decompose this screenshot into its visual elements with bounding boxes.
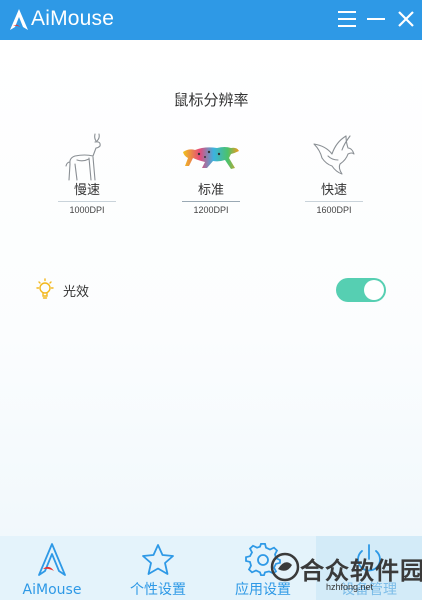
dpi-divider [305, 201, 363, 202]
dpi-divider [182, 201, 240, 202]
dpi-option-label: 慢速 [73, 183, 100, 198]
dpi-option-standard[interactable]: 标准 1200DPI [171, 132, 251, 218]
eagle-icon [313, 135, 355, 175]
star-icon [142, 544, 174, 575]
app-title: AiMouse [31, 7, 115, 30]
light-bulb-icon [36, 278, 54, 299]
light-effect-toggle[interactable] [336, 278, 386, 302]
resolution-title: 鼠标分辨率 [173, 91, 249, 109]
watermark-url: hzhfong.net [326, 582, 374, 592]
nav-personal-settings[interactable]: 个性设置 [115, 536, 201, 600]
dpi-divider [58, 201, 116, 202]
menu-button[interactable] [336, 8, 358, 30]
nav-label: AiMouse [22, 582, 82, 598]
title-bar: AiMouse [0, 0, 422, 40]
minimize-button[interactable] [365, 8, 387, 30]
toggle-knob [364, 280, 384, 300]
dpi-value: 1200DPI [193, 205, 229, 215]
watermark: 合众软件园 hzhfong.net [268, 548, 422, 600]
dpi-value: 1600DPI [316, 205, 352, 215]
watermark-logo-icon [270, 552, 300, 582]
menu-icon [338, 11, 356, 27]
close-button[interactable] [395, 8, 417, 30]
aimouse-logo-icon [38, 543, 66, 576]
close-icon [398, 11, 414, 27]
aimouse-logo-icon [10, 9, 28, 30]
dpi-value: 1000DPI [69, 205, 105, 215]
main-panel: 鼠标分辨率 慢速 1000DPI 标准 1200DPI 快速 1600DPI 光… [0, 40, 422, 536]
nav-aimouse[interactable]: AiMouse [10, 536, 94, 600]
dpi-option-label: 快速 [320, 183, 347, 198]
nav-label: 个性设置 [130, 582, 186, 598]
cheetah-icon [183, 147, 239, 169]
light-effect-label: 光效 [63, 285, 90, 300]
dpi-option-slow[interactable]: 慢速 1000DPI [47, 132, 127, 218]
dpi-option-fast[interactable]: 快速 1600DPI [294, 132, 374, 218]
deer-icon [65, 133, 101, 181]
watermark-text: 合众软件园 [300, 557, 422, 585]
minimize-icon [367, 18, 385, 20]
dpi-option-label: 标准 [197, 183, 224, 198]
